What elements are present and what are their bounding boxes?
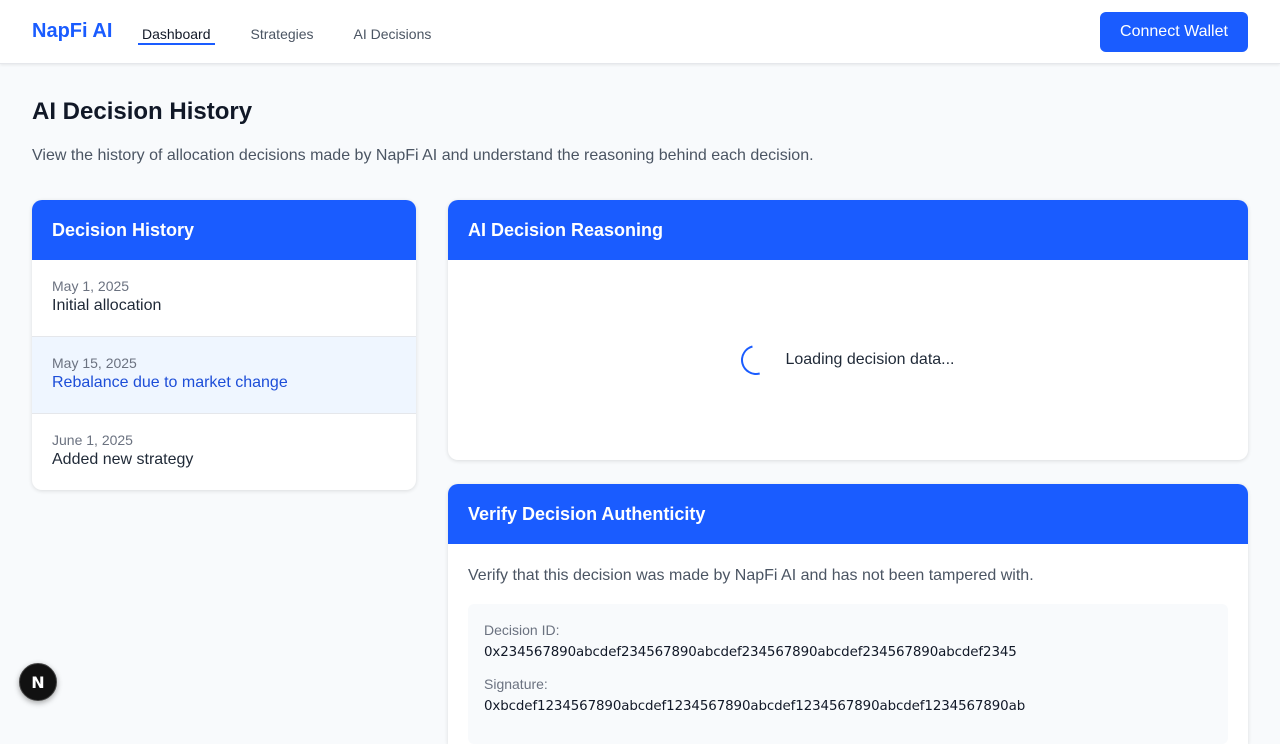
page-description: View the history of allocation decisions… <box>32 147 814 164</box>
main-nav: Dashboard Strategies AI Decisions <box>138 24 471 45</box>
history-item-title: Added new strategy <box>52 451 194 468</box>
history-item-title: Initial allocation <box>52 297 162 314</box>
verify-decision-card: Verify Decision Authenticity Verify that… <box>448 484 1248 744</box>
nav-strategies[interactable]: Strategies <box>251 24 318 45</box>
dev-tools-badge[interactable]: N <box>19 663 57 701</box>
signature-value: 0xbcdef1234567890abcdef1234567890abcdef1… <box>484 699 1026 714</box>
verify-header: Verify Decision Authenticity <box>448 484 1248 544</box>
brand-logo[interactable]: NapFi AI <box>32 20 112 43</box>
loading-text: Loading decision data... <box>785 351 955 368</box>
decision-history-card: Decision History May 1, 2025 Initial all… <box>32 200 416 490</box>
history-item-new-strategy[interactable]: June 1, 2025 Added new strategy <box>32 414 416 490</box>
history-item-rebalance[interactable]: May 15, 2025 Rebalance due to market cha… <box>32 337 416 414</box>
decision-id-label: Decision ID: <box>484 622 560 638</box>
history-item-initial-allocation[interactable]: May 1, 2025 Initial allocation <box>32 260 416 337</box>
spinner-icon <box>735 339 777 381</box>
decision-history-header: Decision History <box>32 200 416 260</box>
top-navbar: NapFi AI Dashboard Strategies AI Decisio… <box>0 0 1280 64</box>
history-item-date: May 1, 2025 <box>52 278 130 294</box>
verify-details-box: Decision ID: 0x234567890abcdef234567890a… <box>468 604 1228 744</box>
verify-description: Verify that this decision was made by Na… <box>468 567 1034 584</box>
nav-dashboard[interactable]: Dashboard <box>138 24 215 45</box>
nav-ai-decisions[interactable]: AI Decisions <box>354 24 436 45</box>
history-item-date: June 1, 2025 <box>52 432 133 448</box>
signature-label: Signature: <box>484 676 548 692</box>
n-logo-icon: N <box>31 672 45 692</box>
history-item-date: May 15, 2025 <box>52 355 137 371</box>
connect-wallet-button[interactable]: Connect Wallet <box>1100 12 1248 52</box>
page-title: AI Decision History <box>32 98 253 125</box>
reasoning-header: AI Decision Reasoning <box>448 200 1248 260</box>
ai-decision-reasoning-card: AI Decision Reasoning Loading decision d… <box>448 200 1248 460</box>
history-item-title: Rebalance due to market change <box>52 374 288 391</box>
loading-indicator: Loading decision data... <box>448 260 1248 460</box>
decision-id-value: 0x234567890abcdef234567890abcdef23456789… <box>484 645 1017 660</box>
